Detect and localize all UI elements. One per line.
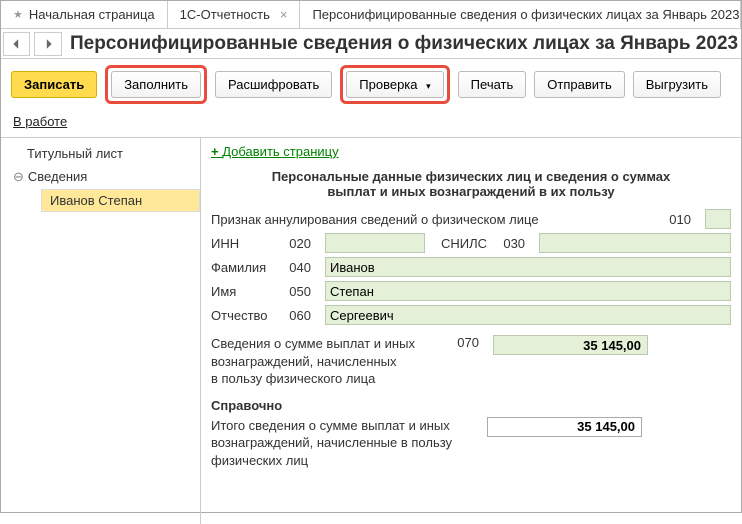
pay-info-l1: Сведения о сумме выплат и иных <box>211 336 415 351</box>
ref-text-l3: физических лиц <box>211 453 308 468</box>
name-input[interactable] <box>325 281 731 301</box>
sidebar-item-person[interactable]: Иванов Степан <box>41 189 200 212</box>
tab-home[interactable]: Начальная страница <box>1 1 168 28</box>
sidebar-item-title-page[interactable]: Титульный лист <box>1 142 200 165</box>
tab-current-label: Персонифицированные сведения о физически… <box>312 7 741 22</box>
snils-label: СНИЛС <box>441 236 487 251</box>
ref-text-l2: вознаграждений, начисленные в пользу <box>211 435 452 450</box>
highlight-fill: Заполнить <box>105 65 207 104</box>
section-title: Персональные данные физических лиц и све… <box>211 169 731 199</box>
patronymic-label: Отчество <box>211 308 273 323</box>
ref-text-l1: Итого сведения о сумме выплат и иных <box>211 418 450 433</box>
name-label: Имя <box>211 284 273 299</box>
chevron-down-icon: ▾ <box>426 81 431 91</box>
fill-button[interactable]: Заполнить <box>111 71 201 98</box>
tab-home-label: Начальная страница <box>29 7 155 22</box>
highlight-check: Проверка ▾ <box>340 65 449 104</box>
close-icon[interactable]: × <box>280 7 288 22</box>
tabs-bar: Начальная страница 1С-Отчетность × Персо… <box>1 1 741 29</box>
row-patronymic: Отчество 060 <box>211 305 731 325</box>
inn-input[interactable] <box>325 233 425 253</box>
pay-input[interactable] <box>493 335 648 355</box>
sidebar: Титульный лист Сведения Иванов Степан <box>1 138 201 524</box>
tab-reporting[interactable]: 1С-Отчетность × <box>168 1 301 28</box>
ref-input <box>487 417 642 437</box>
pay-info: Сведения о сумме выплат и иных вознаграж… <box>211 335 431 388</box>
check-button[interactable]: Проверка ▾ <box>346 71 443 98</box>
inn-label: ИНН <box>211 236 273 251</box>
surname-code: 040 <box>281 260 311 275</box>
patronymic-code: 060 <box>281 308 311 323</box>
row-ref: Итого сведения о сумме выплат и иных воз… <box>211 417 731 470</box>
status-bar: В работе <box>1 110 741 138</box>
surname-input[interactable] <box>325 257 731 277</box>
toolbar: Записать Заполнить Расшифровать Проверка… <box>1 59 741 110</box>
annul-code: 010 <box>661 212 691 227</box>
status-link[interactable]: В работе <box>13 114 67 129</box>
snils-code: 030 <box>495 236 525 251</box>
pay-info-l3: в пользу физического лица <box>211 371 375 386</box>
forward-button[interactable] <box>34 32 61 56</box>
tab-current[interactable]: Персонифицированные сведения о физически… <box>300 1 741 28</box>
navbar: Персонифицированные сведения о физически… <box>1 29 741 59</box>
send-button[interactable]: Отправить <box>534 71 624 98</box>
row-inn-snils: ИНН 020 СНИЛС 030 <box>211 233 731 253</box>
section-title-l1: Персональные данные физических лиц и све… <box>272 169 671 184</box>
ref-text: Итого сведения о сумме выплат и иных воз… <box>211 417 479 470</box>
arrow-left-icon <box>11 38 23 50</box>
snils-input[interactable] <box>539 233 731 253</box>
name-code: 050 <box>281 284 311 299</box>
print-button[interactable]: Печать <box>458 71 527 98</box>
row-surname: Фамилия 040 <box>211 257 731 277</box>
section-title-l2: выплат и иных вознаграждений в их пользу <box>327 184 614 199</box>
row-name: Имя 050 <box>211 281 731 301</box>
sidebar-item-data[interactable]: Сведения <box>1 165 200 189</box>
add-page-link[interactable]: Добавить страницу <box>211 144 339 159</box>
content: Добавить страницу Персональные данные фи… <box>201 138 741 524</box>
check-button-label: Проверка <box>359 77 417 92</box>
patronymic-input[interactable] <box>325 305 731 325</box>
page-title: Персонифицированные сведения о физически… <box>64 33 741 55</box>
annul-label: Признак аннулирования сведений о физичес… <box>211 212 653 227</box>
main-area: Титульный лист Сведения Иванов Степан До… <box>1 138 741 524</box>
decode-button[interactable]: Расшифровать <box>215 71 332 98</box>
back-button[interactable] <box>3 32 30 56</box>
pay-info-l2: вознаграждений, начисленных <box>211 354 397 369</box>
export-button[interactable]: Выгрузить <box>633 71 721 98</box>
inn-code: 020 <box>281 236 311 251</box>
arrow-right-icon <box>42 38 54 50</box>
pay-code: 070 <box>439 335 479 350</box>
tab-reporting-label: 1С-Отчетность <box>180 7 270 22</box>
surname-label: Фамилия <box>211 260 273 275</box>
ref-title: Справочно <box>211 398 731 413</box>
row-annul: Признак аннулирования сведений о физичес… <box>211 209 731 229</box>
annul-input[interactable] <box>705 209 731 229</box>
row-pay: Сведения о сумме выплат и иных вознаграж… <box>211 335 731 388</box>
save-button[interactable]: Записать <box>11 71 97 98</box>
